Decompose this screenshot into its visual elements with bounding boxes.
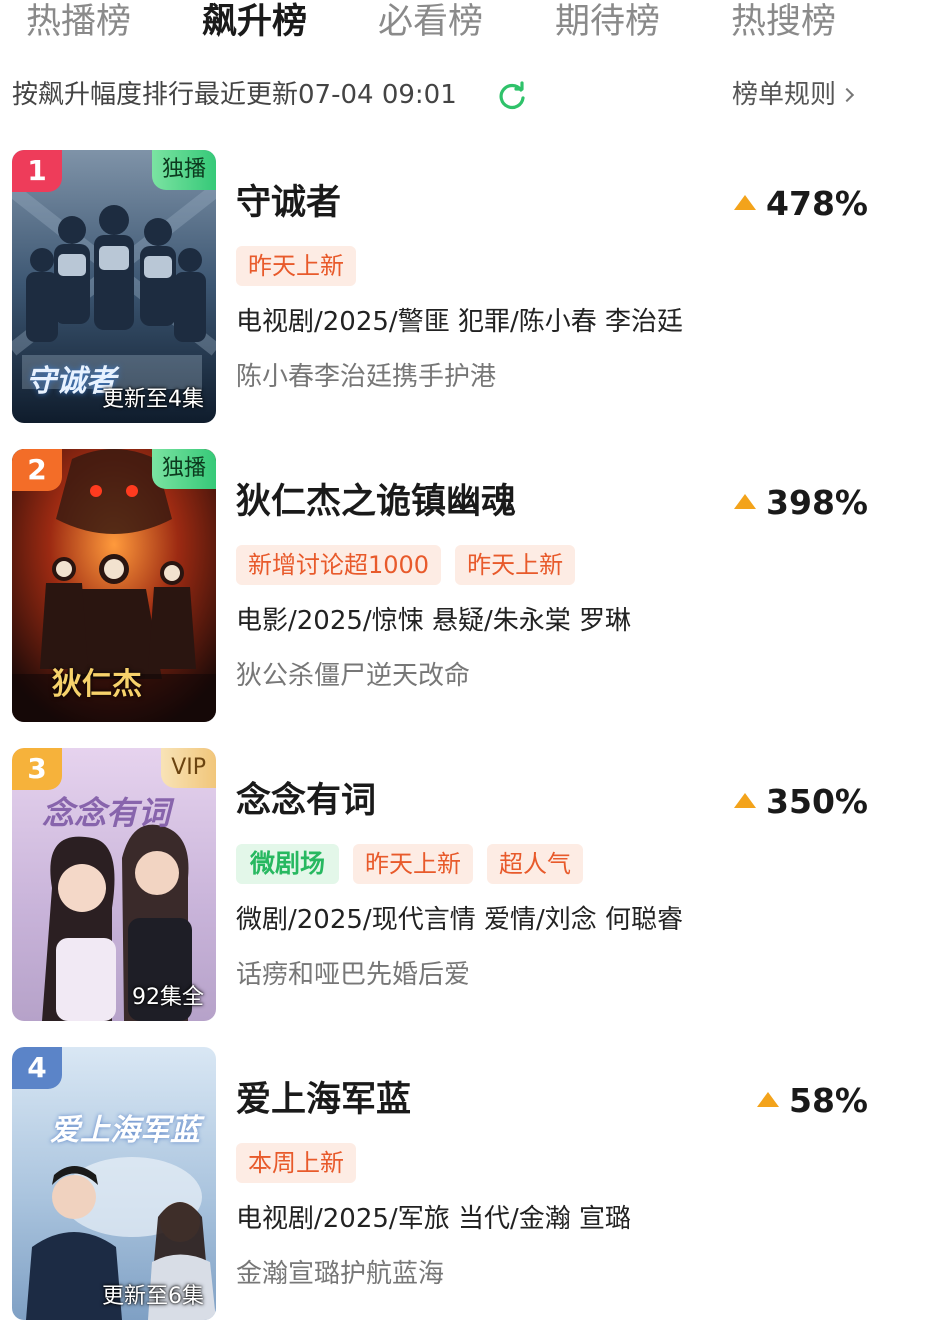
popular-badge: 超人气 <box>487 844 584 884</box>
tab-hot-play[interactable]: 热播榜 <box>26 0 131 44</box>
up-arrow-icon <box>734 494 757 509</box>
growth-indicator: 58% <box>757 1081 868 1121</box>
new-badge: 昨天上新 <box>353 844 474 884</box>
rank-badge: 1 <box>12 150 62 192</box>
item-description: 陈小春李治廷携手护港 <box>236 362 497 392</box>
item-title[interactable]: 爱上海军蓝 <box>236 1077 411 1123</box>
item-meta: 电影/2025/惊悚 悬疑/朱永棠 罗琳 <box>236 606 631 636</box>
poster-image[interactable]: 念念有词 3 VIP 92集全 <box>12 748 216 1021</box>
vip-tag: VIP <box>161 748 216 788</box>
tab-hot-search[interactable]: 热搜榜 <box>731 0 836 44</box>
up-arrow-icon <box>734 793 757 808</box>
new-badge: 昨天上新 <box>236 246 356 286</box>
exclusive-tag: 独播 <box>151 449 216 489</box>
ranking-rules-link[interactable]: 榜单规则 <box>732 76 855 114</box>
item-meta: 电视剧/2025/军旅 当代/金瀚 宣璐 <box>236 1204 631 1234</box>
growth-value: 350% <box>766 782 868 821</box>
item-title[interactable]: 狄仁杰之诡镇幽魂 <box>236 479 516 525</box>
tab-rising[interactable]: 飙升榜 <box>202 0 307 44</box>
item-meta: 微剧/2025/现代言情 爱情/刘念 何聪睿 <box>236 905 683 935</box>
up-arrow-icon <box>757 1092 779 1107</box>
rank-badge: 2 <box>12 449 62 491</box>
poster-logo: 狄仁杰 <box>52 667 142 702</box>
ranking-item-1[interactable]: 守诚者 1 独播 更新至4集 守诚者 478% 昨天上新 电视剧/2025/警匪… <box>0 150 950 425</box>
item-description: 金瀚宣璐护航蓝海 <box>236 1259 445 1289</box>
growth-value: 398% <box>766 483 868 522</box>
item-badges: 本周上新 <box>236 1143 370 1183</box>
poster-image[interactable]: 爱上海军蓝 4 更新至6集 <box>12 1047 216 1320</box>
episode-status: 更新至6集 <box>102 1284 204 1309</box>
poster-image[interactable]: 守诚者 1 独播 更新至4集 <box>12 150 216 423</box>
chevron-right-icon <box>839 87 855 103</box>
ranking-tabs: 热播榜 飙升榜 必看榜 期待榜 热搜榜 <box>0 0 950 52</box>
item-description: 狄公杀僵尸逆天改命 <box>236 661 471 691</box>
poster-logo: 念念有词 <box>42 794 171 832</box>
item-description: 话痨和哑巴先婚后爱 <box>236 960 471 990</box>
ranking-item-2[interactable]: 狄仁杰 2 独播 狄仁杰之诡镇幽魂 398% 新增讨论超1000 昨天上新 电影/… <box>0 449 950 724</box>
tab-must-watch[interactable]: 必看榜 <box>378 0 483 44</box>
new-badge: 本周上新 <box>236 1143 356 1183</box>
item-badges: 新增讨论超1000 昨天上新 <box>236 545 589 585</box>
episode-status: 更新至4集 <box>102 387 204 412</box>
item-title[interactable]: 守诚者 <box>236 180 341 226</box>
growth-value: 478% <box>766 184 868 223</box>
growth-indicator: 478% <box>734 184 868 224</box>
item-badges: 微剧场 昨天上新 超人气 <box>236 844 597 884</box>
ranking-item-3[interactable]: 念念有词 3 VIP 92集全 念念有词 350% 微剧场 昨天上新 超人气 微剧/… <box>0 748 950 1023</box>
refresh-icon[interactable] <box>497 81 527 111</box>
ranking-item-4[interactable]: 爱上海军蓝 4 更新至6集 爱上海军蓝 58% 本周上新 电视剧/2025/军旅… <box>0 1047 950 1322</box>
item-meta: 电视剧/2025/警匪 犯罪/陈小春 李治廷 <box>236 307 683 337</box>
rank-badge: 4 <box>12 1047 62 1089</box>
growth-indicator: 398% <box>734 483 868 523</box>
growth-value: 58% <box>789 1081 868 1120</box>
discussion-badge: 新增讨论超1000 <box>236 545 442 585</box>
growth-indicator: 350% <box>734 782 868 822</box>
up-arrow-icon <box>734 195 757 210</box>
exclusive-tag: 独播 <box>151 150 216 190</box>
ranking-subheader: 按飙升幅度排行最近更新07-04 09:01 榜单规则 <box>0 76 950 116</box>
rank-badge: 3 <box>12 748 62 790</box>
micro-theater-badge: 微剧场 <box>236 844 340 884</box>
poster-logo: 爱上海军蓝 <box>50 1113 200 1148</box>
item-title[interactable]: 念念有词 <box>236 778 376 824</box>
poster-image[interactable]: 狄仁杰 2 独播 <box>12 449 216 722</box>
tab-anticipated[interactable]: 期待榜 <box>555 0 660 44</box>
item-badges: 昨天上新 <box>236 246 370 286</box>
new-badge: 昨天上新 <box>455 545 576 585</box>
ranking-description: 按飙升幅度排行最近更新07-04 09:01 <box>12 80 457 110</box>
episode-status: 92集全 <box>132 985 204 1010</box>
